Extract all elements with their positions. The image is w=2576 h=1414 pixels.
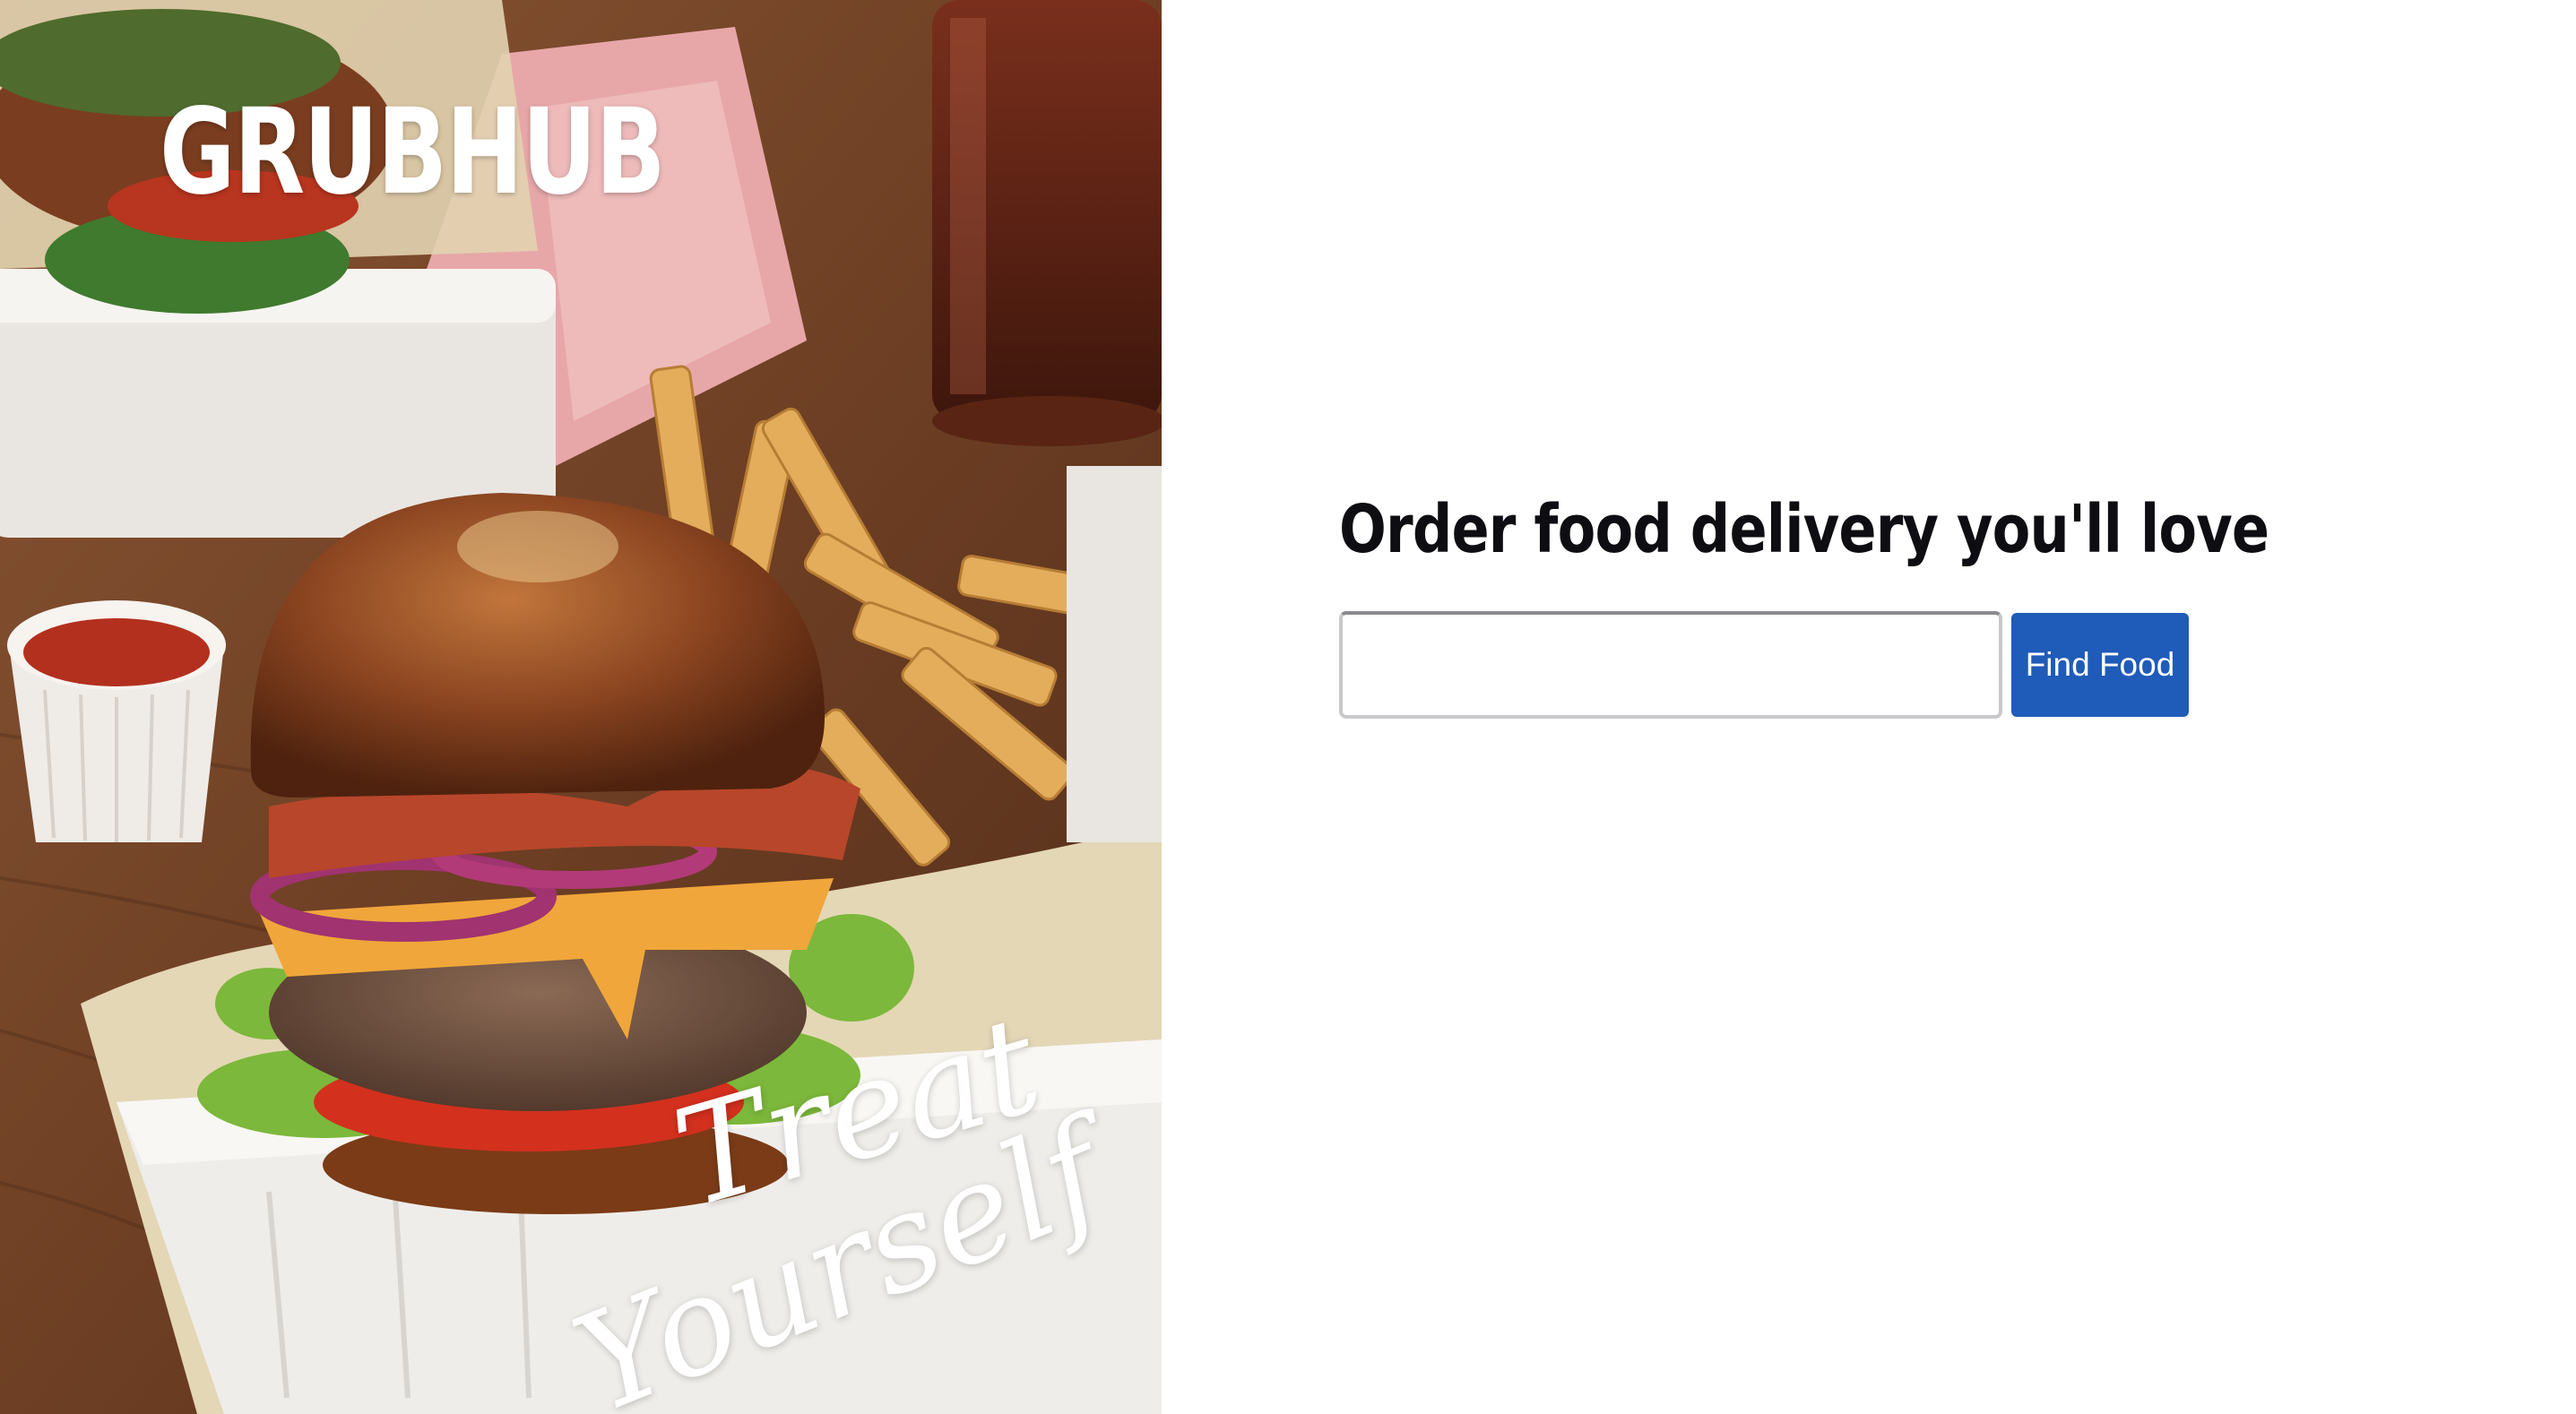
page-headline: Order food delivery you'll love [1339, 491, 2269, 568]
find-food-button[interactable]: Find Food [2011, 613, 2189, 717]
address-search-input[interactable] [1339, 611, 2002, 719]
main-content: Order food delivery you'll love Find Foo… [1162, 0, 2576, 1414]
hero-image-panel: GRUBHUB Treat Yourself [0, 0, 1162, 1414]
landing-page: GRUBHUB Treat Yourself Order food delive… [0, 0, 2576, 1414]
grubhub-logo[interactable]: GRUBHUB [160, 93, 666, 211]
address-search-form: Find Food [1339, 611, 2189, 719]
